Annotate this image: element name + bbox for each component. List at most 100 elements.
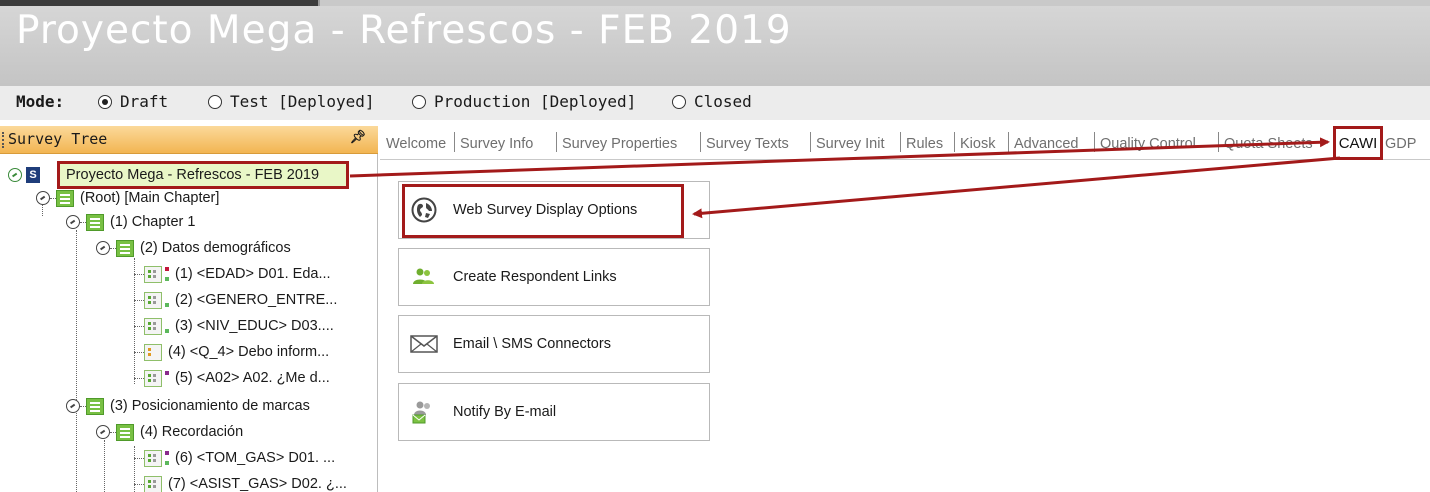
- tree-item-label: (1) Chapter 1: [110, 214, 196, 230]
- tab-separator: [454, 132, 455, 152]
- tree-item-label: (5) <A02> A02. ¿Me d...: [175, 370, 330, 386]
- tree-item-label: (2) Datos demográficos: [140, 240, 291, 256]
- tree-item-label: (Root) [Main Chapter]: [80, 190, 220, 206]
- envelope-icon: [409, 329, 439, 359]
- tree-connector: [134, 325, 144, 327]
- pin-icon[interactable]: 📌︎: [349, 130, 366, 145]
- tab-quality-control[interactable]: Quality Control: [1100, 136, 1196, 152]
- tree-item-chapter-1[interactable]: (1) Chapter 1: [66, 210, 195, 234]
- web-survey-display-options-button[interactable]: Web Survey Display Options: [398, 181, 710, 239]
- tree-connector: [134, 299, 144, 301]
- tree-item-label: Proyecto Mega - Refrescos - FEB 2019: [66, 167, 320, 183]
- tab-separator: [954, 132, 955, 152]
- chapter-icon: [86, 213, 104, 231]
- survey-root-node[interactable]: S: [8, 163, 40, 187]
- tab-welcome[interactable]: Welcome: [386, 136, 446, 152]
- arrow-to-display-options: [692, 156, 1341, 219]
- collapse-toggle-icon[interactable]: [8, 168, 22, 182]
- tab-survey-texts[interactable]: Survey Texts: [706, 136, 789, 152]
- tree-item-chapter-datos[interactable]: (2) Datos demográficos: [96, 236, 291, 260]
- mode-option-closed[interactable]: Closed: [672, 92, 752, 111]
- tab-advanced[interactable]: Advanced: [1014, 136, 1079, 152]
- tab-separator: [810, 132, 811, 152]
- tab-separator: [1094, 132, 1095, 152]
- radio-icon[interactable]: [672, 94, 686, 109]
- chapter-icon: [116, 423, 134, 441]
- button-label: Web Survey Display Options: [453, 202, 638, 218]
- collapse-toggle-icon[interactable]: [66, 399, 80, 413]
- tree-item-chapter-recordacion[interactable]: (4) Recordación: [96, 420, 243, 444]
- mode-option-draft[interactable]: Draft: [98, 92, 168, 111]
- tree-item-question[interactable]: (5) <A02> A02. ¿Me d...: [134, 366, 330, 390]
- tab-survey-init[interactable]: Survey Init: [816, 136, 885, 152]
- question-icon: [144, 291, 162, 309]
- tab-rules[interactable]: Rules: [906, 136, 943, 152]
- status-flag-icon: [165, 319, 169, 333]
- tree-item-label: (3) Posicionamiento de marcas: [110, 398, 310, 414]
- tree-item-survey-selected[interactable]: Proyecto Mega - Refrescos - FEB 2019: [57, 161, 349, 189]
- tab-separator: [556, 132, 557, 152]
- tree-item-label: (7) <ASIST_GAS> D02. ¿...: [168, 476, 347, 492]
- collapse-toggle-icon[interactable]: [66, 215, 80, 229]
- tab-separator: [900, 132, 901, 152]
- mode-option-label: Closed: [694, 92, 752, 111]
- tab-cawi[interactable]: CAWI: [1333, 126, 1383, 160]
- question-icon: [144, 265, 162, 283]
- question-icon: [144, 449, 162, 467]
- create-respondent-links-button[interactable]: Create Respondent Links: [398, 248, 710, 306]
- collapse-toggle-icon[interactable]: [96, 425, 110, 439]
- tree-connector: [134, 273, 144, 275]
- tree-connector: [134, 457, 144, 459]
- question-icon: [144, 317, 162, 335]
- grip-icon[interactable]: [2, 132, 5, 148]
- tab-survey-properties[interactable]: Survey Properties: [562, 136, 677, 152]
- tab-separator: [1008, 132, 1009, 152]
- button-label: Email \ SMS Connectors: [453, 336, 611, 352]
- tree-item-info[interactable]: (4) <Q_4> Debo inform...: [134, 340, 329, 364]
- chapter-icon: [116, 239, 134, 257]
- tab-gdp[interactable]: GDP: [1385, 136, 1416, 152]
- tree-connector: [134, 483, 144, 485]
- tab-separator: [1218, 132, 1219, 152]
- question-icon: [144, 475, 162, 492]
- radio-icon[interactable]: [412, 94, 426, 109]
- tab-survey-info[interactable]: Survey Info: [460, 136, 533, 152]
- tab-quota-sheets[interactable]: Quota Sheets: [1224, 136, 1313, 152]
- title-bar: Proyecto Mega - Refrescos - FEB 2019: [0, 6, 1430, 86]
- status-flag-icon: [165, 371, 169, 385]
- tree-item-label: (3) <NIV_EDUC> D03....: [175, 318, 334, 334]
- survey-tree-title: Survey Tree: [8, 130, 108, 148]
- radio-icon[interactable]: [208, 94, 222, 109]
- mode-option-label: Production [Deployed]: [434, 92, 637, 111]
- status-flag-icon: [165, 451, 169, 465]
- tree-item-label: (4) Recordación: [140, 424, 244, 440]
- tree-item-label: (1) <EDAD> D01. Eda...: [175, 266, 331, 282]
- tab-separator: [700, 132, 701, 152]
- tree-item-root-chapter[interactable]: (Root) [Main Chapter]: [36, 186, 219, 210]
- email-sms-connectors-button[interactable]: Email \ SMS Connectors: [398, 315, 710, 373]
- chapter-icon: [86, 397, 104, 415]
- collapse-toggle-icon[interactable]: [96, 241, 110, 255]
- radio-selected-icon[interactable]: [98, 94, 112, 109]
- notify-by-email-button[interactable]: Notify By E-mail: [398, 383, 710, 441]
- tree-line: [104, 440, 105, 492]
- mode-option-test[interactable]: Test [Deployed]: [208, 92, 375, 111]
- tree-connector: [134, 377, 144, 379]
- tree-item-question[interactable]: (2) <GENERO_ENTRE...: [134, 288, 337, 312]
- page-title: Proyecto Mega - Refrescos - FEB 2019: [16, 8, 792, 53]
- tree-item-label: (2) <GENERO_ENTRE...: [175, 292, 338, 308]
- tab-kiosk[interactable]: Kiosk: [960, 136, 995, 152]
- mode-label: Mode:: [16, 92, 65, 111]
- tree-item-chapter-posicionamiento[interactable]: (3) Posicionamiento de marcas: [66, 394, 310, 418]
- question-icon: [144, 369, 162, 387]
- mode-option-production[interactable]: Production [Deployed]: [412, 92, 636, 111]
- tree-item-question[interactable]: (1) <EDAD> D01. Eda...: [134, 262, 331, 286]
- mode-option-label: Test [Deployed]: [230, 92, 375, 111]
- tree-item-question[interactable]: (6) <TOM_GAS> D01. ...: [134, 446, 335, 470]
- notify-users-icon: [409, 397, 439, 427]
- info-item-icon: [144, 343, 162, 361]
- tree-item-question[interactable]: (3) <NIV_EDUC> D03....: [134, 314, 334, 338]
- tree-item-question[interactable]: (7) <ASIST_GAS> D02. ¿...: [134, 472, 347, 492]
- chapter-icon: [56, 189, 74, 207]
- collapse-toggle-icon[interactable]: [36, 191, 50, 205]
